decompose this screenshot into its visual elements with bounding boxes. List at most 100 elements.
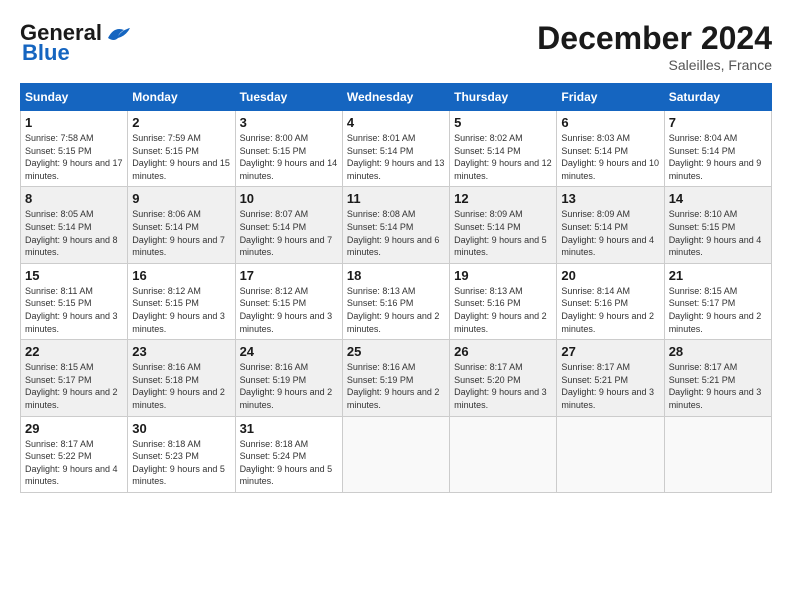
calendar-cell: 2 Sunrise: 7:59 AMSunset: 5:15 PMDayligh… xyxy=(128,111,235,187)
day-info: Sunrise: 8:18 AMSunset: 5:23 PMDaylight:… xyxy=(132,438,230,488)
day-number: 14 xyxy=(669,191,767,206)
day-number: 4 xyxy=(347,115,445,130)
calendar-cell: 15 Sunrise: 8:11 AMSunset: 5:15 PMDaylig… xyxy=(21,263,128,339)
day-info: Sunrise: 8:16 AMSunset: 5:19 PMDaylight:… xyxy=(347,361,445,411)
day-info: Sunrise: 8:16 AMSunset: 5:18 PMDaylight:… xyxy=(132,361,230,411)
day-info: Sunrise: 8:05 AMSunset: 5:14 PMDaylight:… xyxy=(25,208,123,258)
calendar-cell: 16 Sunrise: 8:12 AMSunset: 5:15 PMDaylig… xyxy=(128,263,235,339)
calendar-cell: 10 Sunrise: 8:07 AMSunset: 5:14 PMDaylig… xyxy=(235,187,342,263)
calendar-cell: 28 Sunrise: 8:17 AMSunset: 5:21 PMDaylig… xyxy=(664,340,771,416)
day-number: 11 xyxy=(347,191,445,206)
page-header: General Blue December 2024 Saleilles, Fr… xyxy=(20,20,772,73)
logo-bird-icon xyxy=(104,24,132,42)
day-info: Sunrise: 8:12 AMSunset: 5:15 PMDaylight:… xyxy=(132,285,230,335)
calendar-cell: 12 Sunrise: 8:09 AMSunset: 5:14 PMDaylig… xyxy=(450,187,557,263)
day-info: Sunrise: 8:04 AMSunset: 5:14 PMDaylight:… xyxy=(669,132,767,182)
calendar-cell xyxy=(450,416,557,492)
day-number: 6 xyxy=(561,115,659,130)
calendar-cell: 3 Sunrise: 8:00 AMSunset: 5:15 PMDayligh… xyxy=(235,111,342,187)
day-info: Sunrise: 8:13 AMSunset: 5:16 PMDaylight:… xyxy=(454,285,552,335)
calendar-week-3: 15 Sunrise: 8:11 AMSunset: 5:15 PMDaylig… xyxy=(21,263,772,339)
month-title: December 2024 xyxy=(537,20,772,57)
calendar-cell: 21 Sunrise: 8:15 AMSunset: 5:17 PMDaylig… xyxy=(664,263,771,339)
day-info: Sunrise: 8:06 AMSunset: 5:14 PMDaylight:… xyxy=(132,208,230,258)
day-number: 3 xyxy=(240,115,338,130)
day-number: 18 xyxy=(347,268,445,283)
day-number: 29 xyxy=(25,421,123,436)
weekday-header-monday: Monday xyxy=(128,84,235,111)
day-info: Sunrise: 8:09 AMSunset: 5:14 PMDaylight:… xyxy=(454,208,552,258)
day-info: Sunrise: 8:17 AMSunset: 5:21 PMDaylight:… xyxy=(669,361,767,411)
day-number: 17 xyxy=(240,268,338,283)
day-number: 12 xyxy=(454,191,552,206)
day-number: 20 xyxy=(561,268,659,283)
calendar-week-2: 8 Sunrise: 8:05 AMSunset: 5:14 PMDayligh… xyxy=(21,187,772,263)
calendar-week-4: 22 Sunrise: 8:15 AMSunset: 5:17 PMDaylig… xyxy=(21,340,772,416)
calendar-cell: 31 Sunrise: 8:18 AMSunset: 5:24 PMDaylig… xyxy=(235,416,342,492)
day-number: 27 xyxy=(561,344,659,359)
day-info: Sunrise: 8:08 AMSunset: 5:14 PMDaylight:… xyxy=(347,208,445,258)
day-info: Sunrise: 8:15 AMSunset: 5:17 PMDaylight:… xyxy=(25,361,123,411)
calendar-cell: 7 Sunrise: 8:04 AMSunset: 5:14 PMDayligh… xyxy=(664,111,771,187)
day-info: Sunrise: 8:18 AMSunset: 5:24 PMDaylight:… xyxy=(240,438,338,488)
calendar-cell: 8 Sunrise: 8:05 AMSunset: 5:14 PMDayligh… xyxy=(21,187,128,263)
day-info: Sunrise: 8:03 AMSunset: 5:14 PMDaylight:… xyxy=(561,132,659,182)
day-info: Sunrise: 8:12 AMSunset: 5:15 PMDaylight:… xyxy=(240,285,338,335)
day-number: 9 xyxy=(132,191,230,206)
calendar-cell: 6 Sunrise: 8:03 AMSunset: 5:14 PMDayligh… xyxy=(557,111,664,187)
calendar-cell: 30 Sunrise: 8:18 AMSunset: 5:23 PMDaylig… xyxy=(128,416,235,492)
calendar-cell: 4 Sunrise: 8:01 AMSunset: 5:14 PMDayligh… xyxy=(342,111,449,187)
calendar-cell: 29 Sunrise: 8:17 AMSunset: 5:22 PMDaylig… xyxy=(21,416,128,492)
day-number: 24 xyxy=(240,344,338,359)
day-info: Sunrise: 8:11 AMSunset: 5:15 PMDaylight:… xyxy=(25,285,123,335)
day-number: 16 xyxy=(132,268,230,283)
day-info: Sunrise: 8:15 AMSunset: 5:17 PMDaylight:… xyxy=(669,285,767,335)
calendar-cell: 23 Sunrise: 8:16 AMSunset: 5:18 PMDaylig… xyxy=(128,340,235,416)
weekday-header-thursday: Thursday xyxy=(450,84,557,111)
day-info: Sunrise: 7:59 AMSunset: 5:15 PMDaylight:… xyxy=(132,132,230,182)
day-number: 1 xyxy=(25,115,123,130)
weekday-header-tuesday: Tuesday xyxy=(235,84,342,111)
day-info: Sunrise: 8:13 AMSunset: 5:16 PMDaylight:… xyxy=(347,285,445,335)
calendar-cell: 5 Sunrise: 8:02 AMSunset: 5:14 PMDayligh… xyxy=(450,111,557,187)
day-info: Sunrise: 8:02 AMSunset: 5:14 PMDaylight:… xyxy=(454,132,552,182)
calendar-cell: 22 Sunrise: 8:15 AMSunset: 5:17 PMDaylig… xyxy=(21,340,128,416)
day-info: Sunrise: 8:00 AMSunset: 5:15 PMDaylight:… xyxy=(240,132,338,182)
calendar-cell: 14 Sunrise: 8:10 AMSunset: 5:15 PMDaylig… xyxy=(664,187,771,263)
weekday-header-friday: Friday xyxy=(557,84,664,111)
calendar-table: SundayMondayTuesdayWednesdayThursdayFrid… xyxy=(20,83,772,493)
day-info: Sunrise: 8:09 AMSunset: 5:14 PMDaylight:… xyxy=(561,208,659,258)
weekday-header-row: SundayMondayTuesdayWednesdayThursdayFrid… xyxy=(21,84,772,111)
day-info: Sunrise: 7:58 AMSunset: 5:15 PMDaylight:… xyxy=(25,132,123,182)
calendar-cell xyxy=(664,416,771,492)
calendar-cell: 9 Sunrise: 8:06 AMSunset: 5:14 PMDayligh… xyxy=(128,187,235,263)
day-info: Sunrise: 8:07 AMSunset: 5:14 PMDaylight:… xyxy=(240,208,338,258)
calendar-cell xyxy=(557,416,664,492)
weekday-header-wednesday: Wednesday xyxy=(342,84,449,111)
day-number: 22 xyxy=(25,344,123,359)
day-info: Sunrise: 8:01 AMSunset: 5:14 PMDaylight:… xyxy=(347,132,445,182)
title-block: December 2024 Saleilles, France xyxy=(537,20,772,73)
logo: General Blue xyxy=(20,20,132,66)
weekday-header-sunday: Sunday xyxy=(21,84,128,111)
calendar-cell: 25 Sunrise: 8:16 AMSunset: 5:19 PMDaylig… xyxy=(342,340,449,416)
calendar-week-5: 29 Sunrise: 8:17 AMSunset: 5:22 PMDaylig… xyxy=(21,416,772,492)
day-number: 23 xyxy=(132,344,230,359)
day-number: 10 xyxy=(240,191,338,206)
day-number: 15 xyxy=(25,268,123,283)
day-number: 5 xyxy=(454,115,552,130)
day-number: 2 xyxy=(132,115,230,130)
day-info: Sunrise: 8:17 AMSunset: 5:21 PMDaylight:… xyxy=(561,361,659,411)
day-info: Sunrise: 8:17 AMSunset: 5:20 PMDaylight:… xyxy=(454,361,552,411)
calendar-cell: 13 Sunrise: 8:09 AMSunset: 5:14 PMDaylig… xyxy=(557,187,664,263)
day-number: 25 xyxy=(347,344,445,359)
calendar-cell: 17 Sunrise: 8:12 AMSunset: 5:15 PMDaylig… xyxy=(235,263,342,339)
day-info: Sunrise: 8:16 AMSunset: 5:19 PMDaylight:… xyxy=(240,361,338,411)
calendar-cell: 18 Sunrise: 8:13 AMSunset: 5:16 PMDaylig… xyxy=(342,263,449,339)
day-number: 7 xyxy=(669,115,767,130)
calendar-cell xyxy=(342,416,449,492)
day-info: Sunrise: 8:14 AMSunset: 5:16 PMDaylight:… xyxy=(561,285,659,335)
day-info: Sunrise: 8:10 AMSunset: 5:15 PMDaylight:… xyxy=(669,208,767,258)
calendar-cell: 19 Sunrise: 8:13 AMSunset: 5:16 PMDaylig… xyxy=(450,263,557,339)
calendar-week-1: 1 Sunrise: 7:58 AMSunset: 5:15 PMDayligh… xyxy=(21,111,772,187)
